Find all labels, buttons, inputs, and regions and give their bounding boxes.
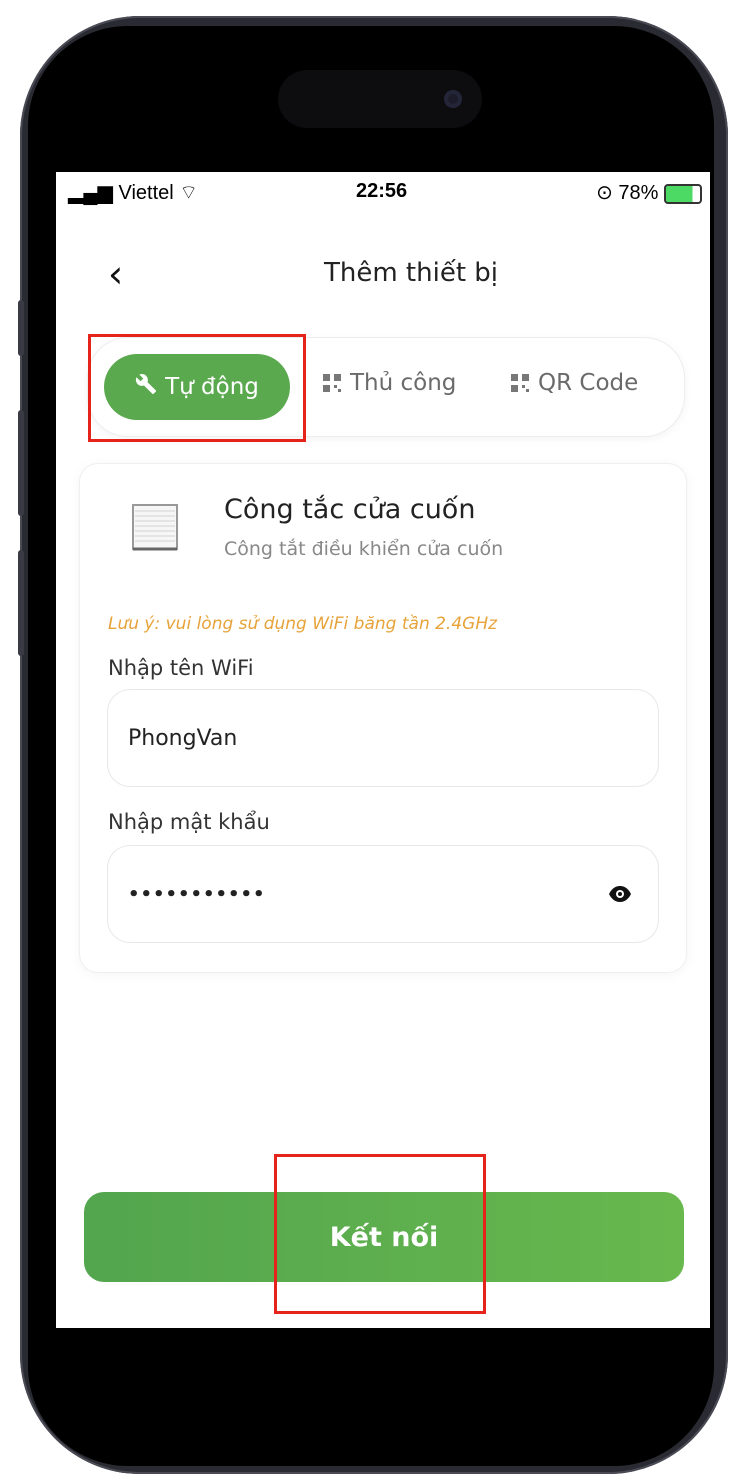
tab-manual-label: Thủ công [350,370,457,396]
phone-volume-up [18,410,24,516]
page-title: Thêm thiết bị [323,258,499,288]
tab-manual[interactable]: Thủ công [322,370,456,396]
wifi-name-value: PhongVan [128,725,238,751]
wifi-icon: ⌔ [179,182,199,204]
carrier-name: Viettel [118,182,174,204]
clock: 22:56 [356,180,408,202]
setup-card: Công tắc cửa cuốn Công tắt điều khiển cử… [80,464,686,972]
status-bar: ▂▄▆ Viettel ⌔ 22:56 ⊙ 78% [56,172,710,212]
orientation-lock-icon: ⊙ [596,182,613,204]
rolling-shutter-icon [130,502,180,552]
wifi-label: Nhập tên WiFi [108,656,254,680]
battery-status: ⊙ 78% [596,180,702,205]
tab-qr-code-label: QR Code [538,370,639,396]
phone-silent-switch [18,300,24,356]
device-description: Công tắt điều khiển cửa cuốn [224,538,504,560]
password-value: ••••••••••• [128,883,266,905]
phone-volume-down [18,550,24,656]
highlight-box-tab [88,334,306,442]
page-header: ‹ Thêm thiết bị [56,252,710,312]
device-name: Công tắc cửa cuốn [224,494,476,525]
qr-grid-icon [322,373,342,393]
password-field[interactable]: ••••••••••• [108,846,658,942]
camera-icon [444,90,462,108]
carrier-status: ▂▄▆ Viettel ⌔ [68,180,198,205]
battery-icon [664,183,702,204]
highlight-box-connect [274,1154,486,1314]
signal-icon: ▂▄▆ [68,182,113,204]
battery-percent: 78% [618,182,659,204]
wifi-note: Lưu ý: vui lòng sử dụng WiFi băng tần 2.… [108,614,498,634]
password-label: Nhập mật khẩu [108,810,270,834]
tab-qr-code[interactable]: QR Code [510,370,638,396]
wifi-name-field[interactable]: PhongVan [108,690,658,786]
qr-grid-icon [510,373,530,393]
eye-icon[interactable] [608,884,632,904]
